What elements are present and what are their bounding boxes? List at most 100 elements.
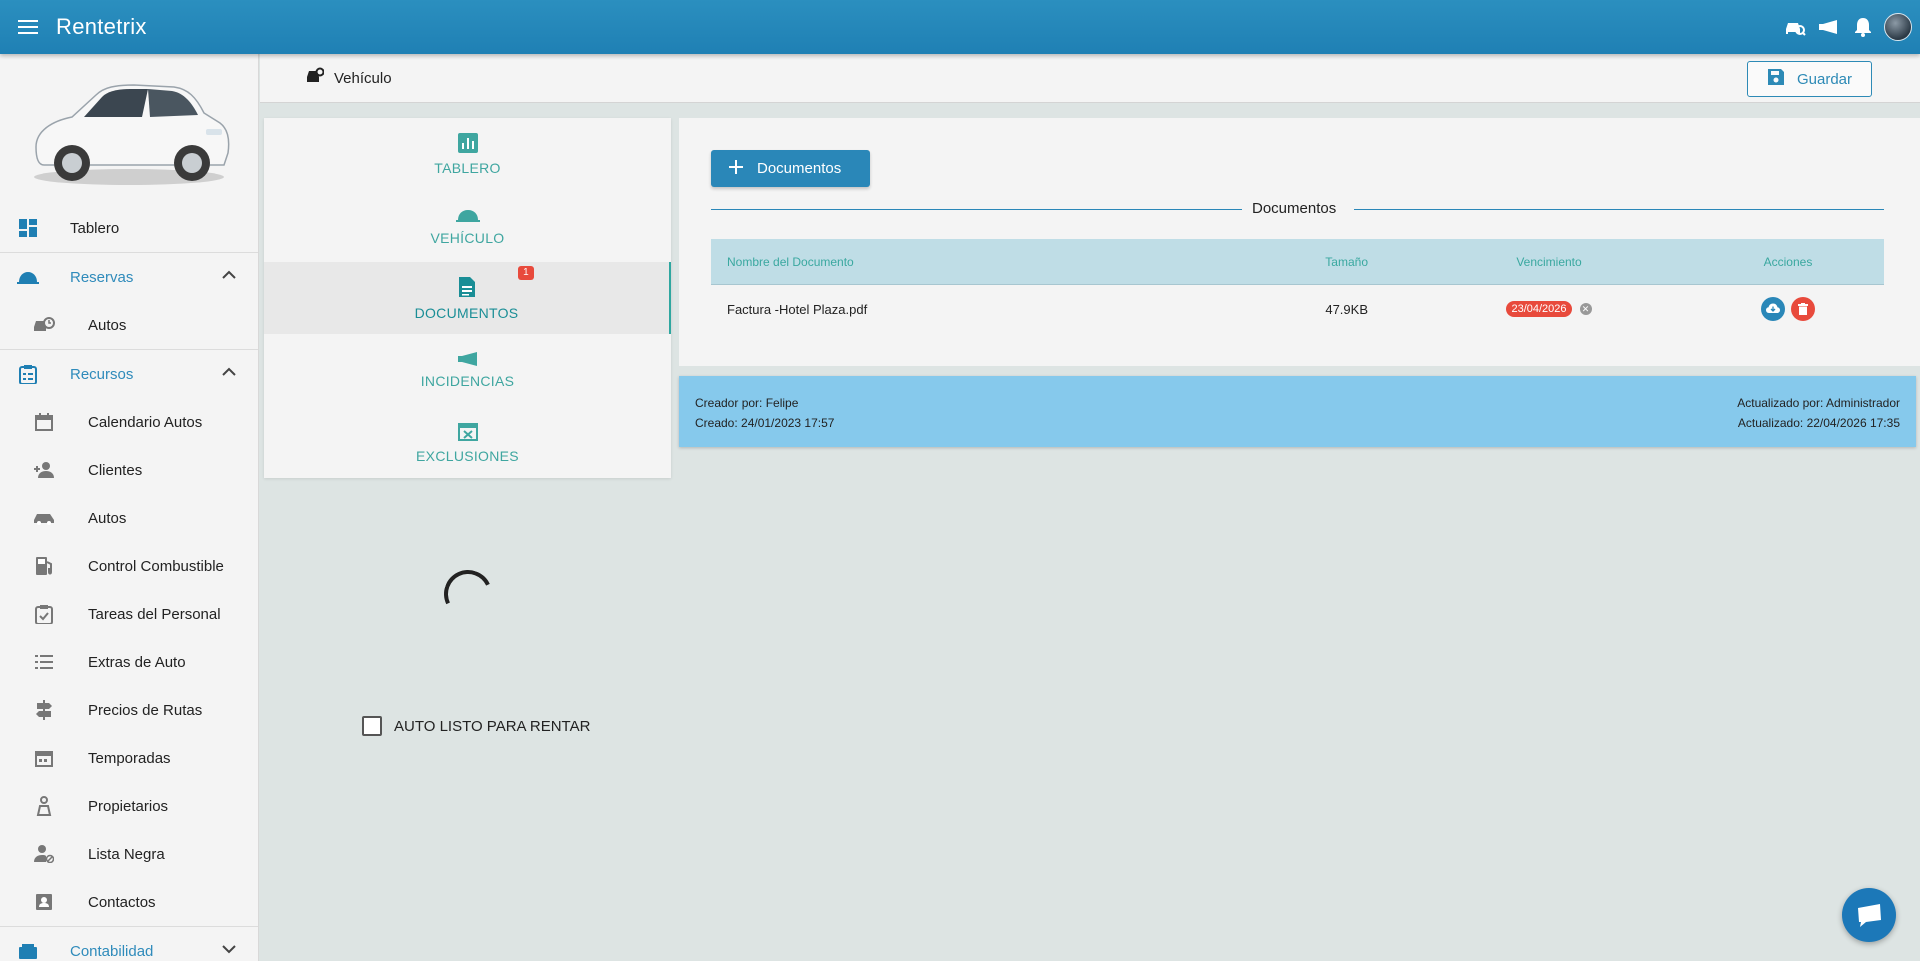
sidebar-item-precios-de-rutas[interactable]: Precios de Rutas: [0, 686, 258, 734]
sidebar-item-tablero[interactable]: Tablero: [0, 204, 258, 252]
sidebar-group-reservas[interactable]: Reservas: [0, 253, 258, 301]
sidebar-item-calendario-autos[interactable]: Calendario Autos: [0, 398, 258, 446]
sidebar: Tablero Reservas Autos Recursos Calendar…: [0, 54, 259, 961]
download-button[interactable]: [1761, 297, 1785, 321]
horn-icon: [1819, 20, 1837, 34]
calendar-x-icon: [457, 421, 478, 444]
sidebar-item-label: Temporadas: [88, 749, 171, 767]
app-title: Rentetrix: [56, 14, 147, 39]
sidebar-item-tareas-del-personal[interactable]: Tareas del Personal: [0, 590, 258, 638]
sidebar-item-autos[interactable]: Autos: [0, 494, 258, 542]
tab-label: EXCLUSIONES: [416, 447, 519, 464]
sidebar-item-extras-de-auto[interactable]: Extras de Auto: [0, 638, 258, 686]
save-icon: [1767, 68, 1785, 90]
accounting-icon: [16, 939, 40, 961]
user-block-icon: [32, 842, 56, 866]
tab-label: TABLERO: [434, 159, 501, 176]
tab-tablero[interactable]: TABLERO: [264, 118, 671, 190]
sidebar-item-label: Extras de Auto: [88, 653, 186, 671]
calendar-icon: [32, 746, 56, 770]
chevron-up-icon: [222, 267, 236, 284]
sidebar-item-label: Lista Negra: [88, 845, 165, 863]
menu-button[interactable]: [0, 0, 56, 54]
fuel-icon: [32, 554, 56, 578]
add-document-button[interactable]: Documentos: [711, 150, 870, 187]
save-button[interactable]: Guardar: [1747, 61, 1872, 97]
bell-service-icon: [16, 265, 40, 289]
tab-exclusiones[interactable]: EXCLUSIONES: [264, 406, 671, 478]
clipboard-check-icon: [32, 602, 56, 626]
sidebar-item-label: Tareas del Personal: [88, 605, 221, 623]
vehicle-image: [0, 54, 258, 204]
delete-button[interactable]: [1791, 297, 1815, 321]
sidebar-item-label: Control Combustible: [88, 557, 224, 575]
sidebar-group-contabilidad[interactable]: Contabilidad: [0, 927, 258, 961]
chevron-down-icon: [222, 941, 236, 958]
column-header-size: Tamaño: [1325, 254, 1368, 269]
ready-to-rent-checkbox-row: AUTO LISTO PARA RENTAR: [362, 716, 590, 736]
user-avatar[interactable]: [1884, 13, 1912, 41]
section-divider-right: [1354, 209, 1884, 210]
document-icon: [458, 276, 476, 301]
list-icon: [32, 650, 56, 674]
created-at: Creado: 24/01/2023 17:57: [695, 416, 835, 430]
sidebar-item-propietarios[interactable]: Propietarios: [0, 782, 258, 830]
documents-panel: Documentos Documentos Nombre del Documen…: [679, 118, 1920, 366]
column-header-actions: Acciones: [1763, 254, 1813, 269]
sidebar-item-temporadas[interactable]: Temporadas: [0, 734, 258, 782]
column-header-name: Nombre del Documento: [727, 254, 854, 269]
sidebar-item-control-combustible[interactable]: Control Combustible: [0, 542, 258, 590]
expiry-date-badge[interactable]: 23/04/2026: [1506, 301, 1572, 317]
bell-icon: [1855, 18, 1871, 37]
created-by: Creador por: Felipe: [695, 396, 799, 410]
sidebar-item-label: Autos: [88, 509, 127, 527]
hamburger-menu-icon: [18, 20, 38, 34]
car-clock-icon: [32, 313, 56, 337]
tab-label: INCIDENCIAS: [420, 372, 515, 389]
clear-date-icon[interactable]: ✕: [1579, 303, 1592, 315]
sidebar-item-label: Clientes: [88, 461, 143, 479]
chat-icon: [1858, 904, 1881, 927]
car-search-icon: [1786, 23, 1806, 36]
car-settings-icon: [306, 67, 325, 90]
section-divider-left: [711, 209, 1242, 210]
sidebar-item-lista-negra[interactable]: Lista Negra: [0, 830, 258, 878]
car-icon: [32, 506, 56, 530]
sidebar-item-contactos[interactable]: Contactos: [0, 878, 258, 926]
loading-spinner: [437, 563, 499, 625]
sidebar-item-label: Reservas: [70, 268, 134, 286]
notifications-button[interactable]: [1850, 14, 1876, 40]
horn-button[interactable]: [1816, 14, 1842, 40]
sidebar-item-label: Recursos: [70, 365, 134, 383]
documents-section-title: Documentos: [1252, 200, 1337, 217]
updated-by: Actualizado por: Administrador: [1737, 396, 1900, 410]
trash-icon: [1798, 303, 1808, 315]
sidebar-item-label: Autos: [88, 316, 127, 334]
ready-to-rent-checkbox[interactable]: [362, 716, 382, 736]
car-search-button[interactable]: [1782, 14, 1808, 40]
chat-button[interactable]: [1842, 888, 1896, 942]
sidebar-item-label: Contabilidad: [70, 942, 154, 960]
plus-icon: [729, 159, 743, 178]
dashboard-icon: [16, 216, 40, 240]
cloud-download-icon: [1766, 303, 1780, 313]
updated-at: Actualizado: 22/04/2026 17:35: [1737, 416, 1900, 430]
tab-incidencias[interactable]: INCIDENCIAS: [264, 334, 671, 406]
sidebar-item-autos-reservas[interactable]: Autos: [0, 301, 258, 349]
documents-table: Nombre del Documento Tamaño Vencimiento …: [711, 239, 1884, 333]
sidebar-item-label: Precios de Rutas: [88, 701, 203, 719]
sidebar-item-label: Contactos: [88, 893, 156, 911]
tab-vehiculo[interactable]: VEHÍCULO: [264, 190, 671, 262]
clipboard-icon: [16, 362, 40, 386]
vehicle-tabs: TABLERO VEHÍCULO DOCUMENTOS 1 INCIDENCIA…: [264, 118, 671, 478]
chevron-up-icon: [222, 364, 236, 381]
sidebar-item-label: Calendario Autos: [88, 413, 203, 431]
top-app-bar: Rentetrix: [0, 0, 1920, 54]
sidebar-item-clientes[interactable]: Clientes: [0, 446, 258, 494]
audit-info-bar: Creador por: Felipe Creado: 24/01/2023 1…: [679, 376, 1916, 447]
tab-documentos[interactable]: DOCUMENTOS 1: [264, 262, 671, 334]
column-header-expiry: Vencimiento: [1516, 254, 1582, 269]
contacts-icon: [32, 890, 56, 914]
signpost-icon: [32, 698, 56, 722]
sidebar-group-recursos[interactable]: Recursos: [0, 350, 258, 398]
